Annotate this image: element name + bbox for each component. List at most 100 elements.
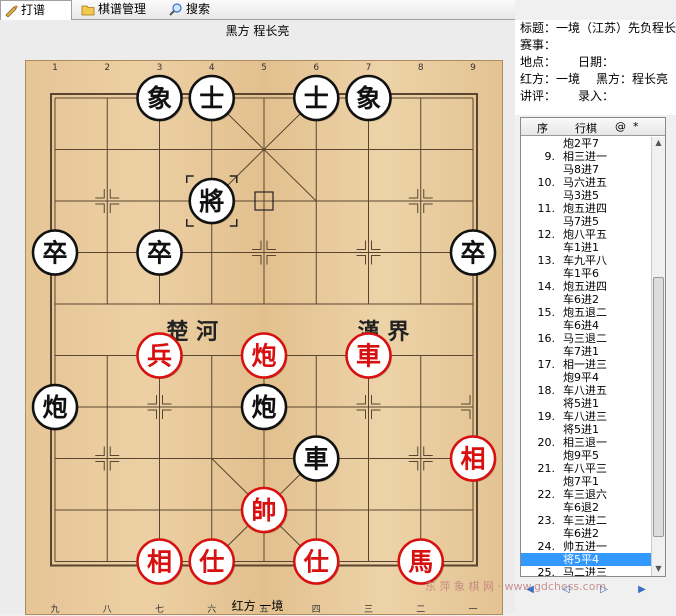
search-icon [169,3,182,16]
red-piece[interactable]: 仕 [188,538,236,586]
scroll-up-icon[interactable]: ▲ [653,138,664,150]
game-info-panel: 标题：一境（江苏）先负程长亮 赛事： 地点： 日期： 红方：一境 黑方：程长亮 讲评… [515,20,676,115]
red-piece[interactable]: 車 [345,332,393,380]
move-row[interactable]: 9. 相三进一 [521,150,651,163]
move-text: 车1平6 [563,267,599,280]
col-header-at[interactable]: @ [615,120,626,133]
move-row[interactable]: 22. 车三退六 [521,488,651,501]
red-piece[interactable]: 帥 [240,486,288,534]
move-row[interactable]: 车6进2 [521,527,651,540]
black-piece[interactable]: 象 [345,74,393,122]
move-row[interactable]: 12. 炮八平五 [521,228,651,241]
red-piece[interactable]: 仕 [293,538,340,586]
move-list-header: 序 行棋 @ * [521,118,665,136]
move-row[interactable]: 13. 车九平八 [521,254,651,267]
info-recorder: 录入： [578,89,615,103]
move-row[interactable]: 车7进1 [521,345,651,358]
tab-qipu-manage[interactable]: 棋谱管理 [78,0,164,20]
position-mark [371,240,381,250]
move-row[interactable]: 25. 马二进三 [521,566,651,576]
move-row[interactable]: 车6退2 [521,501,651,514]
move-row[interactable]: 10. 马六进五 [521,176,651,189]
black-piece[interactable]: 卒 [136,229,184,277]
col-header-seq[interactable]: 序 [537,120,548,136]
move-row[interactable]: 24. 帅五进一 [521,540,651,553]
move-row[interactable]: 炮9平5 [521,449,651,462]
move-number: 17. [537,358,556,371]
move-number: 19. [537,410,556,423]
move-row[interactable]: 18. 车八进五 [521,384,651,397]
move-row[interactable]: 炮7平1 [521,475,651,488]
move-row[interactable]: 16. 马三退二 [521,332,651,345]
black-piece[interactable]: 士 [293,74,340,122]
position-mark [162,409,172,419]
piece-label: 車 [304,445,329,474]
scroll-down-icon[interactable]: ▼ [653,564,664,576]
move-text: 车6退2 [563,501,599,514]
move-row[interactable]: 20. 相三退一 [521,436,651,449]
piece-label: 車 [356,342,381,371]
position-mark [147,395,157,405]
move-row[interactable]: 11. 炮五进四 [521,202,651,215]
position-mark [461,409,471,419]
black-piece[interactable]: 卒 [449,229,497,277]
col-header-star[interactable]: * [633,120,639,133]
move-row[interactable]: 将5平4 [521,553,651,566]
move-row[interactable]: 19. 车八进三 [521,410,651,423]
black-piece[interactable]: 卒 [31,229,79,277]
move-row[interactable]: 车1平6 [521,267,651,280]
move-row[interactable]: 17. 相一进三 [521,358,651,371]
move-row[interactable]: 23. 车三进二 [521,514,651,527]
black-piece[interactable]: 士 [188,74,236,122]
move-list-scrollbar[interactable]: ▲ ▼ [651,137,665,576]
tab-label: 搜索 [186,2,211,16]
black-piece[interactable]: 炮 [31,383,79,431]
move-row[interactable]: 15. 炮五退二 [521,306,651,319]
move-text: 车1进1 [563,241,599,254]
tab-dapu[interactable]: 打谱 [0,0,72,20]
next-move-icon[interactable]: ▷ [598,584,610,596]
black-piece[interactable]: 車 [293,435,340,483]
move-list[interactable]: 序 行棋 @ * 炮2平7 9. 相三进一 马8进7 10. 马六进五 马3进5 11. 炮五进… [520,117,666,577]
move-text: 相三退一 [563,436,607,449]
red-piece[interactable]: 相 [449,435,497,483]
move-row[interactable]: 炮2平7 [521,137,651,150]
move-row[interactable]: 马8进7 [521,163,651,176]
move-text: 炮五退二 [563,306,607,319]
red-piece[interactable]: 相 [136,538,184,586]
scroll-thumb[interactable] [653,277,664,537]
file-number-top: 9 [470,63,476,73]
move-row[interactable]: 炮9平4 [521,371,651,384]
move-text: 炮9平5 [563,449,599,462]
move-row[interactable]: 马7进5 [521,215,651,228]
move-row[interactable]: 车6进4 [521,319,651,332]
position-mark [109,461,120,471]
tab-search[interactable]: 搜索 [166,0,226,20]
move-row[interactable]: 将5进1 [521,397,651,410]
move-number: 23. [537,514,556,527]
info-red: 红方：一境 [520,72,581,86]
move-row[interactable]: 马3进5 [521,189,651,202]
info-place: 地点： [520,55,557,69]
xiangqi-board[interactable]: 123456789九八七六五四三二一楚 河漢 界象士士象將卒卒卒兵炮車炮炮車相帥… [25,60,503,615]
red-piece[interactable]: 兵 [136,332,184,380]
move-row[interactable]: 将5进1 [521,423,651,436]
file-number-top: 6 [313,63,319,73]
red-piece[interactable]: 炮 [240,332,288,380]
first-move-icon[interactable]: ◀ [524,584,536,596]
last-move-icon[interactable]: ▶ [636,584,648,596]
move-row[interactable]: 14. 炮五进四 [521,280,651,293]
move-row[interactable]: 车6进2 [521,293,651,306]
black-piece[interactable]: 象 [136,74,184,122]
black-piece[interactable]: 將 [188,177,236,225]
tab-label: 棋谱管理 [98,2,147,16]
position-mark [408,461,419,471]
move-number: 9. [544,150,556,163]
info-comment: 讲评： 录入： [520,88,676,105]
move-row[interactable]: 21. 车八平三 [521,462,651,475]
black-piece[interactable]: 炮 [240,383,288,431]
move-row[interactable]: 车1进1 [521,241,651,254]
move-text: 车八进五 [563,384,607,397]
prev-move-icon[interactable]: ◁ [560,584,572,596]
col-header-move[interactable]: 行棋 [575,120,597,136]
